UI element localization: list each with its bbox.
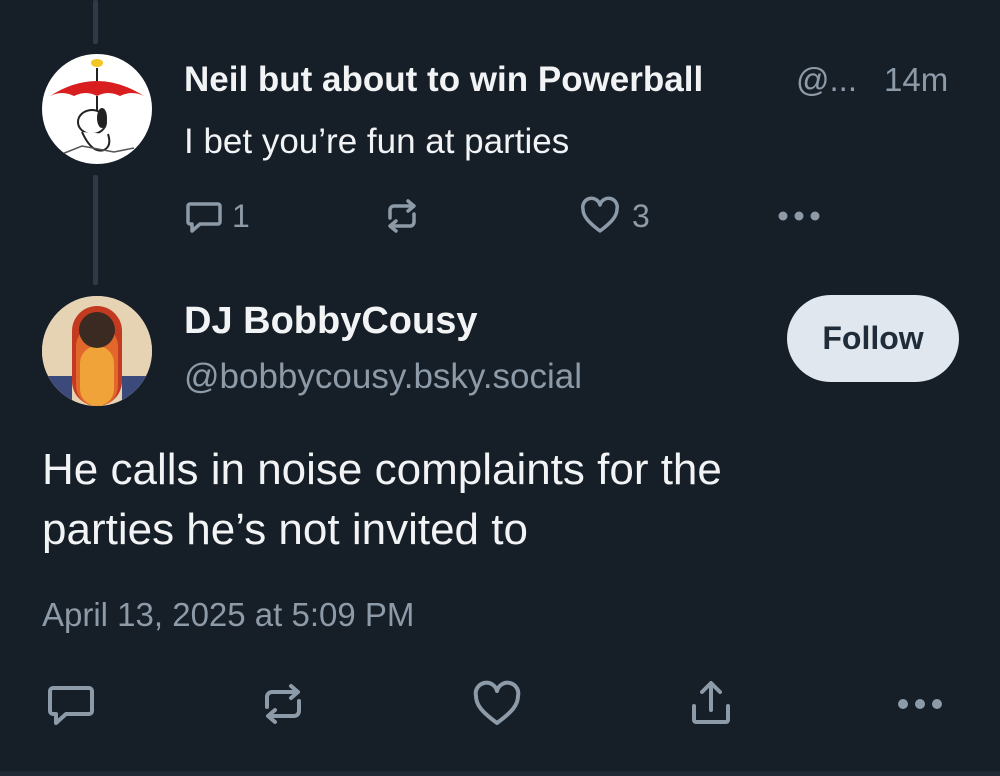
repost-arrows-icon	[265, 684, 301, 724]
ellipsis-icon	[778, 211, 820, 221]
share-icon	[692, 681, 730, 724]
heart-icon	[473, 680, 521, 725]
speech-bubble-icon	[186, 202, 222, 233]
bottom-divider	[0, 771, 1000, 776]
thread-line-connector	[93, 175, 98, 285]
post-share-button[interactable]	[686, 678, 736, 728]
reply-time[interactable]: 14m	[884, 61, 948, 99]
post-reply-button[interactable]	[46, 680, 96, 728]
reply-like-button[interactable]: 3	[580, 196, 650, 236]
reply-more-button[interactable]	[774, 196, 824, 236]
post-more-button[interactable]	[893, 682, 947, 726]
reply-reply-button[interactable]: 1	[184, 196, 250, 236]
repost-arrows-icon	[388, 199, 416, 233]
post-like-button[interactable]	[472, 680, 522, 728]
ellipsis-icon	[898, 699, 942, 709]
snoopy-umbrella-icon	[50, 59, 144, 155]
reply-text: I bet you’re fun at parties	[184, 122, 570, 161]
post-text-line-2: parties he’s not invited to	[42, 505, 528, 554]
post-display-name[interactable]: DJ BobbyCousy	[184, 300, 477, 343]
heart-icon	[581, 196, 619, 233]
reply-repost-button[interactable]	[382, 196, 422, 236]
post-timestamp: April 13, 2025 at 5:09 PM	[42, 596, 415, 633]
bobbycousy-avatar[interactable]	[42, 296, 152, 406]
post-text-line-1: He calls in noise complaints for the	[42, 445, 722, 494]
post-repost-button[interactable]	[258, 680, 308, 728]
reply-count: 1	[232, 197, 250, 234]
reply-handle[interactable]: @...	[796, 61, 857, 99]
like-count: 3	[632, 197, 650, 234]
reply-display-name[interactable]: Neil but about to win Powerball	[184, 60, 703, 100]
profile-photo-icon	[42, 296, 152, 406]
thread-line-top	[93, 0, 98, 44]
follow-button[interactable]: Follow	[787, 295, 959, 382]
speech-bubble-icon	[48, 686, 94, 725]
neil-avatar[interactable]	[42, 54, 152, 164]
post-handle[interactable]: @bobbycousy.bsky.social	[184, 357, 582, 397]
